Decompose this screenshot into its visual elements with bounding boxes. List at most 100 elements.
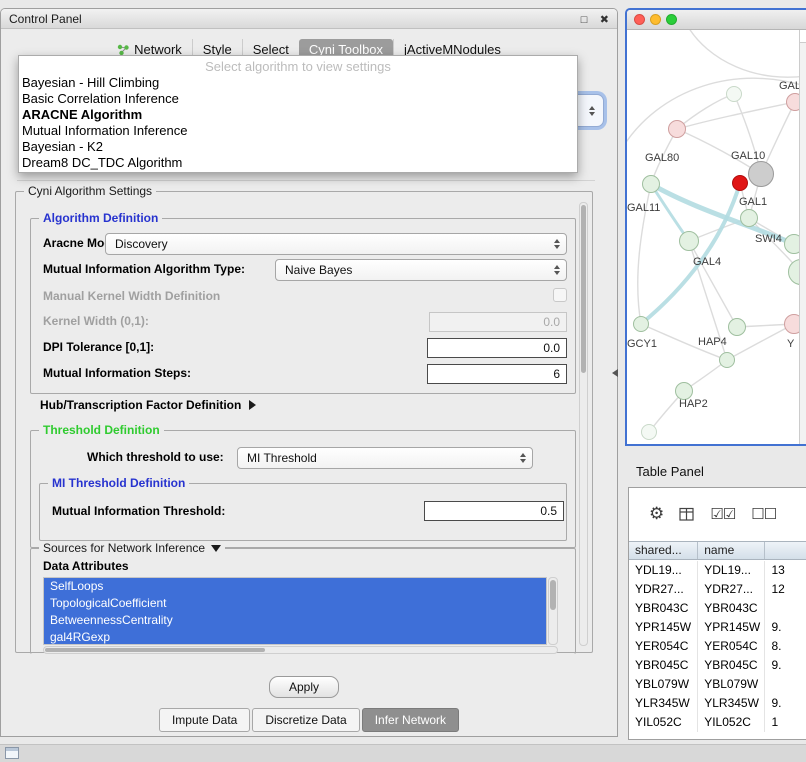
table-row[interactable]: YDR27... YDR27... 12 bbox=[629, 580, 806, 599]
combobox-value: MI Threshold bbox=[247, 451, 317, 465]
list-horizontal-scrollbar[interactable] bbox=[43, 646, 558, 654]
network-node-gal11[interactable] bbox=[642, 175, 660, 193]
network-node-gal4[interactable] bbox=[679, 231, 699, 251]
which-threshold-combobox[interactable]: MI Threshold bbox=[237, 447, 533, 469]
deselect-all-checkboxes-icon[interactable]: ☐☐ bbox=[751, 505, 776, 523]
cell[interactable]: YER054C bbox=[698, 637, 765, 656]
group-legend: Algorithm Definition bbox=[43, 211, 158, 225]
minimize-traffic-light[interactable] bbox=[650, 14, 661, 25]
taskbar-window-icon[interactable] bbox=[5, 747, 19, 759]
network-node-gal10[interactable] bbox=[748, 161, 774, 187]
network-node-red[interactable] bbox=[732, 175, 748, 191]
list-item[interactable]: BetweennessCentrality bbox=[44, 612, 546, 629]
cell[interactable]: YDL19... bbox=[629, 561, 698, 580]
sources-toggle[interactable]: Sources for Network Inference bbox=[39, 541, 225, 555]
network-node[interactable] bbox=[641, 424, 657, 440]
table-row[interactable]: YBL079W YBL079W bbox=[629, 675, 806, 694]
table-row[interactable]: YIL052C YIL052C 1 bbox=[629, 713, 806, 732]
cell[interactable]: YIL052C bbox=[698, 713, 765, 732]
list-item[interactable]: gal4RGexp bbox=[44, 629, 546, 645]
aracne-mode-combobox[interactable]: Discovery bbox=[105, 233, 567, 255]
cell[interactable]: 9. bbox=[765, 694, 806, 713]
list-item[interactable]: TopologicalCoefficient bbox=[44, 595, 546, 612]
cell[interactable]: YDL19... bbox=[698, 561, 765, 580]
cell[interactable]: 8. bbox=[765, 637, 806, 656]
network-node-gal80[interactable] bbox=[668, 120, 686, 138]
cell[interactable]: YBR045C bbox=[698, 656, 765, 675]
columns-icon[interactable] bbox=[679, 507, 694, 522]
dropdown-item[interactable]: Mutual Information Inference bbox=[19, 123, 577, 139]
mi-type-combobox[interactable]: Naive Bayes bbox=[275, 259, 567, 281]
cell[interactable]: YDR27... bbox=[629, 580, 698, 599]
float-window-icon[interactable]: □ bbox=[581, 10, 588, 30]
sources-legend: Sources for Network Inference bbox=[43, 541, 205, 555]
control-panel-titlebar[interactable]: Control Panel □ ✖ bbox=[1, 9, 617, 29]
column-header-name[interactable]: name bbox=[698, 542, 765, 559]
network-node[interactable] bbox=[728, 318, 746, 336]
network-node-hap4[interactable] bbox=[719, 352, 735, 368]
cell[interactable] bbox=[765, 599, 806, 618]
node-label: Y bbox=[787, 338, 794, 350]
cell[interactable]: 12 bbox=[765, 580, 806, 599]
panel-splitter-arrow[interactable] bbox=[612, 369, 618, 377]
table-row[interactable]: YLR345W YLR345W 9. bbox=[629, 694, 806, 713]
cell[interactable]: 9. bbox=[765, 618, 806, 637]
network-vertical-scrollbar[interactable] bbox=[799, 30, 806, 444]
hub-definition-toggle[interactable]: Hub/Transcription Factor Definition bbox=[40, 398, 256, 412]
cell[interactable]: YPR145W bbox=[698, 618, 765, 637]
cell[interactable]: YBR043C bbox=[698, 599, 765, 618]
mi-steps-input[interactable]: 6 bbox=[427, 364, 567, 384]
tab-impute-data[interactable]: Impute Data bbox=[159, 708, 250, 732]
cell[interactable]: YDR27... bbox=[698, 580, 765, 599]
settings-scrollbar[interactable] bbox=[579, 202, 588, 646]
table-row[interactable]: YDL19... YDL19... 13 bbox=[629, 561, 806, 580]
kernel-width-label: Kernel Width (0,1): bbox=[43, 314, 149, 328]
cell[interactable]: 9. bbox=[765, 656, 806, 675]
cell[interactable]: YLR345W bbox=[698, 694, 765, 713]
cell[interactable]: YIL052C bbox=[629, 713, 698, 732]
cell[interactable]: YER054C bbox=[629, 637, 698, 656]
dropdown-item[interactable]: Basic Correlation Inference bbox=[19, 91, 577, 107]
table-row[interactable]: YPR145W YPR145W 9. bbox=[629, 618, 806, 637]
zoom-traffic-light[interactable] bbox=[666, 14, 677, 25]
group-legend: MI Threshold Definition bbox=[52, 476, 185, 490]
tab-discretize-data[interactable]: Discretize Data bbox=[252, 708, 359, 732]
tab-infer-network[interactable]: Infer Network bbox=[362, 708, 459, 732]
network-node-gal1[interactable] bbox=[740, 209, 758, 227]
network-window-titlebar[interactable] bbox=[627, 10, 806, 30]
mi-threshold-input[interactable]: 0.5 bbox=[424, 501, 564, 521]
column-header-shared[interactable]: shared... bbox=[629, 542, 698, 559]
table-toolbar: ⚙ ☑☑ ☐☐ bbox=[629, 488, 806, 540]
cell[interactable] bbox=[765, 675, 806, 694]
dpi-tolerance-input[interactable]: 0.0 bbox=[427, 338, 567, 358]
dropdown-item-selected[interactable]: ARACNE Algorithm bbox=[19, 107, 577, 123]
table-row[interactable]: YBR043C YBR043C bbox=[629, 599, 806, 618]
table-row[interactable]: YER054C YER054C 8. bbox=[629, 637, 806, 656]
apply-button[interactable]: Apply bbox=[269, 676, 339, 698]
column-header-extra[interactable] bbox=[765, 542, 806, 559]
network-node-gcy1[interactable] bbox=[633, 316, 649, 332]
network-canvas[interactable]: GAL GAL80 GAL10 GAL11 GAL1 SWI4 GAL4 GCY… bbox=[627, 30, 806, 444]
cell[interactable]: YBL079W bbox=[629, 675, 698, 694]
cell[interactable]: YLR345W bbox=[629, 694, 698, 713]
cell[interactable]: YBL079W bbox=[698, 675, 765, 694]
dropdown-item[interactable]: Bayesian - Hill Climbing bbox=[19, 75, 577, 91]
list-vertical-scrollbar[interactable] bbox=[548, 577, 558, 645]
select-all-checkboxes-icon[interactable]: ☑☑ bbox=[710, 505, 735, 523]
list-item[interactable]: SelfLoops bbox=[44, 578, 546, 595]
dropdown-item[interactable]: Dream8 DC_TDC Algorithm bbox=[19, 155, 577, 171]
close-traffic-light[interactable] bbox=[634, 14, 645, 25]
network-node[interactable] bbox=[726, 86, 742, 102]
manual-kernel-checkbox[interactable] bbox=[553, 288, 567, 302]
cell[interactable]: 13 bbox=[765, 561, 806, 580]
gear-icon[interactable]: ⚙ bbox=[649, 504, 663, 524]
cell[interactable]: YBR043C bbox=[629, 599, 698, 618]
cell[interactable]: 1 bbox=[765, 713, 806, 732]
cell[interactable]: YPR145W bbox=[629, 618, 698, 637]
table-row[interactable]: YBR045C YBR045C 9. bbox=[629, 656, 806, 675]
cell[interactable]: YBR045C bbox=[629, 656, 698, 675]
kernel-width-input[interactable]: 0.0 bbox=[429, 312, 567, 332]
node-label: GAL1 bbox=[739, 196, 767, 208]
dropdown-item[interactable]: Bayesian - K2 bbox=[19, 139, 577, 155]
close-window-icon[interactable]: ✖ bbox=[600, 10, 609, 30]
